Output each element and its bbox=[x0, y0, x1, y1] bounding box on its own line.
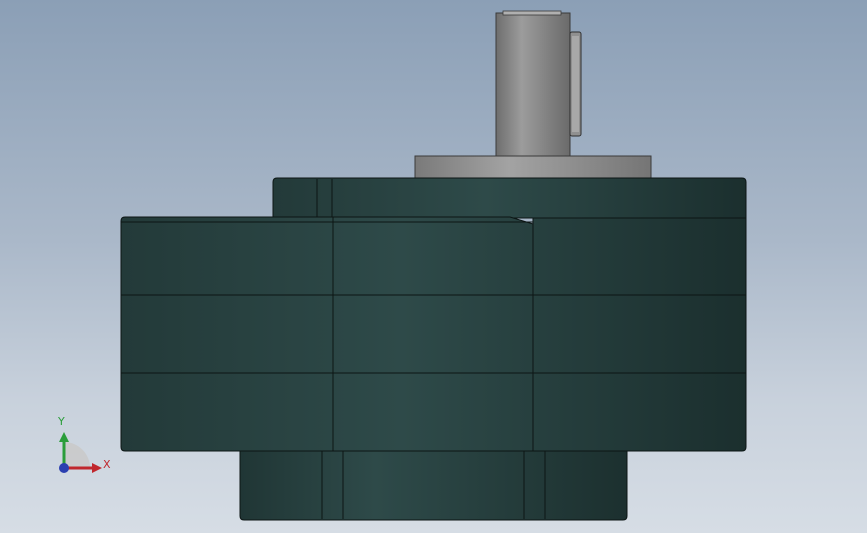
upper-housing[interactable] bbox=[272, 177, 747, 219]
x-axis-arrow-icon bbox=[92, 463, 102, 473]
mounting-flange[interactable] bbox=[414, 155, 652, 179]
main-housing[interactable] bbox=[120, 216, 747, 452]
triad-x-label: X bbox=[103, 458, 111, 471]
output-shaft[interactable] bbox=[495, 10, 582, 157]
y-axis-arrow-icon bbox=[59, 432, 69, 442]
gear-reducer-model[interactable] bbox=[0, 0, 867, 533]
graphics-viewport[interactable]: Y X bbox=[0, 0, 867, 533]
bottom-housing[interactable] bbox=[239, 450, 628, 521]
reference-triad bbox=[59, 432, 102, 473]
triad-y-label: Y bbox=[58, 415, 65, 428]
z-axis-dot-icon bbox=[59, 463, 69, 473]
